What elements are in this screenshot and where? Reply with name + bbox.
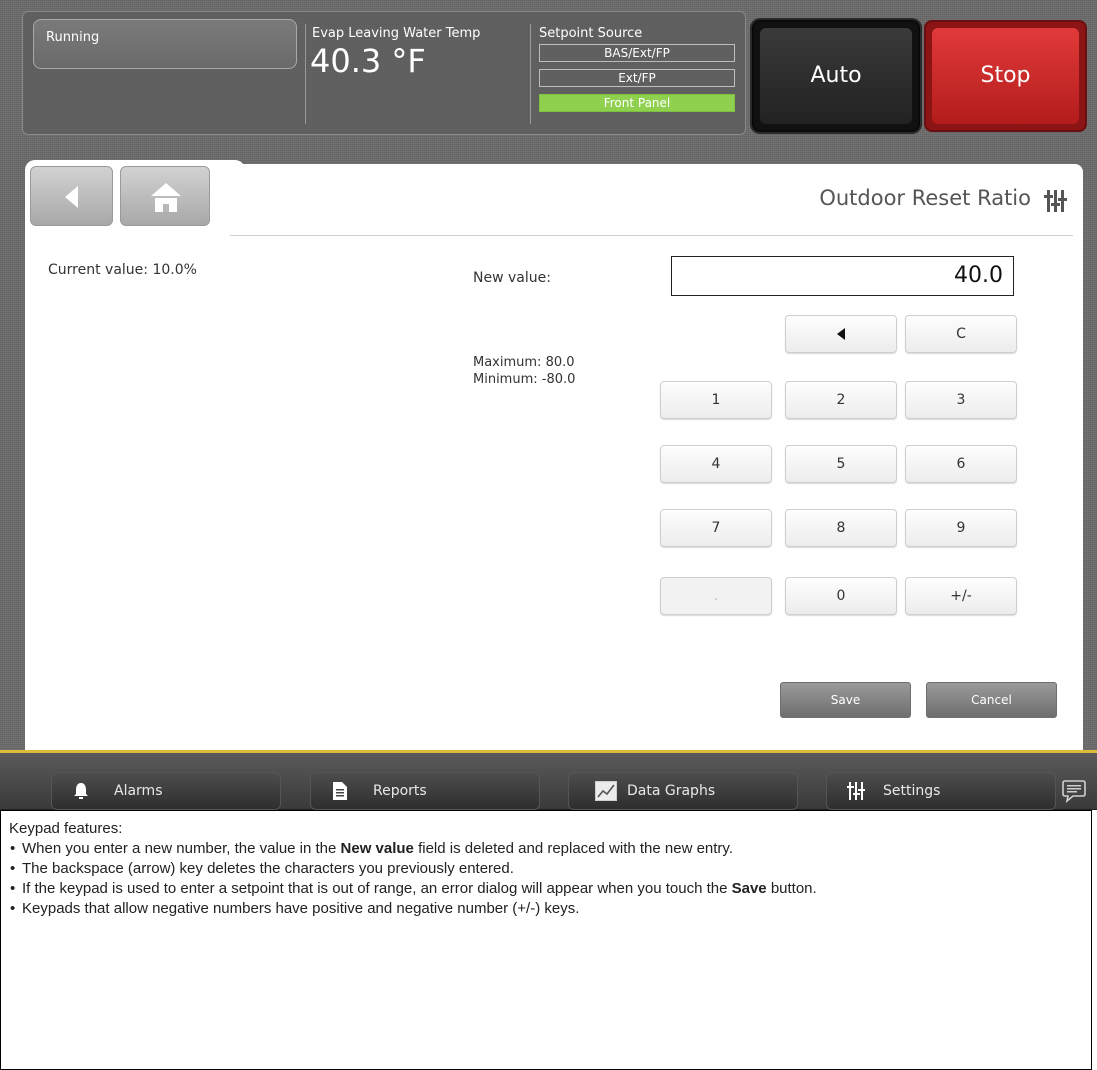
key-7[interactable]: 7 (660, 509, 772, 547)
editor-panel (25, 236, 1083, 750)
note-text: button. (766, 880, 817, 897)
setpoint-source-label: Setpoint Source (539, 26, 643, 41)
auto-button-label: Auto (760, 28, 912, 124)
cancel-button[interactable]: Cancel (926, 682, 1057, 718)
note-text: field is deleted and replaced with the n… (413, 840, 733, 857)
decimal-key[interactable]: . (660, 577, 772, 615)
evap-temp-value: 40.3 °F (310, 42, 426, 80)
alarms-button[interactable]: Alarms (51, 772, 281, 810)
maximum-value: Maximum: 80.0 (473, 355, 575, 370)
auto-button[interactable]: Auto (752, 20, 920, 132)
home-button[interactable] (120, 166, 210, 226)
setpoint-source-option: Ext/FP (539, 69, 735, 87)
evap-temp-label: Evap Leaving Water Temp (312, 26, 481, 41)
note-text: When you enter a new number, the value i… (22, 840, 341, 857)
note-item: If the keypad is used to enter a setpoin… (9, 879, 1083, 899)
key-5[interactable]: 5 (785, 445, 897, 483)
key-0[interactable]: 0 (785, 577, 897, 615)
stop-button-label: Stop (932, 28, 1079, 124)
key-9[interactable]: 9 (905, 509, 1017, 547)
sign-key[interactable]: +/- (905, 577, 1017, 615)
home-icon (151, 183, 181, 212)
operating-mode-display[interactable]: Running (33, 19, 297, 69)
reports-button[interactable]: Reports (310, 772, 540, 810)
key-4[interactable]: 4 (660, 445, 772, 483)
backspace-arrow-icon (837, 328, 845, 340)
clear-key[interactable]: C (905, 315, 1017, 353)
page-title: Outdoor Reset Ratio (819, 186, 1031, 210)
data-graphs-button[interactable]: Data Graphs (568, 772, 798, 810)
document-icon (333, 782, 347, 800)
reports-label: Reports (373, 783, 427, 799)
new-value-field[interactable]: 40.0 (671, 256, 1014, 296)
back-arrow-icon (65, 186, 78, 208)
key-3[interactable]: 3 (905, 381, 1017, 419)
message-icon[interactable] (1062, 779, 1086, 803)
status-divider (530, 24, 531, 124)
bell-icon (74, 783, 88, 799)
key-8[interactable]: 8 (785, 509, 897, 547)
back-button[interactable] (30, 166, 113, 226)
note-list: When you enter a new number, the value i… (9, 839, 1083, 919)
range-limits: Maximum: 80.0 Minimum: -80.0 (473, 354, 575, 388)
save-button[interactable]: Save (780, 682, 911, 718)
note-emphasis: New value (340, 840, 414, 857)
new-value-label: New value: (473, 270, 551, 286)
stop-button[interactable]: Stop (924, 20, 1087, 132)
backspace-key[interactable] (785, 315, 897, 353)
setpoint-source-option-active: Front Panel (539, 94, 735, 112)
settings-sliders-icon (847, 782, 865, 800)
current-value: Current value: 10.0% (48, 262, 197, 278)
key-1[interactable]: 1 (660, 381, 772, 419)
note-item: Keypads that allow negative numbers have… (9, 899, 1083, 919)
note-text: If the keypad is used to enter a setpoin… (22, 880, 732, 897)
note-heading: Keypad features: (9, 820, 123, 837)
page-header: Outdoor Reset Ratio (218, 164, 1083, 236)
alarms-label: Alarms (114, 783, 163, 799)
status-divider (305, 24, 306, 124)
minimum-value: Minimum: -80.0 (473, 372, 576, 387)
keypad-features-note: Keypad features: When you enter a new nu… (0, 810, 1092, 1070)
note-item: When you enter a new number, the value i… (9, 839, 1083, 859)
settings-label: Settings (883, 783, 941, 799)
key-6[interactable]: 6 (905, 445, 1017, 483)
note-emphasis: Save (731, 880, 767, 897)
note-item: The backspace (arrow) key deletes the ch… (9, 859, 1083, 879)
data-graphs-label: Data Graphs (627, 783, 716, 799)
setpoint-source-option: BAS/Ext/FP (539, 44, 735, 62)
chart-icon (595, 781, 617, 801)
settings-sliders-icon (1044, 190, 1067, 212)
key-2[interactable]: 2 (785, 381, 897, 419)
settings-button[interactable]: Settings (826, 772, 1056, 810)
